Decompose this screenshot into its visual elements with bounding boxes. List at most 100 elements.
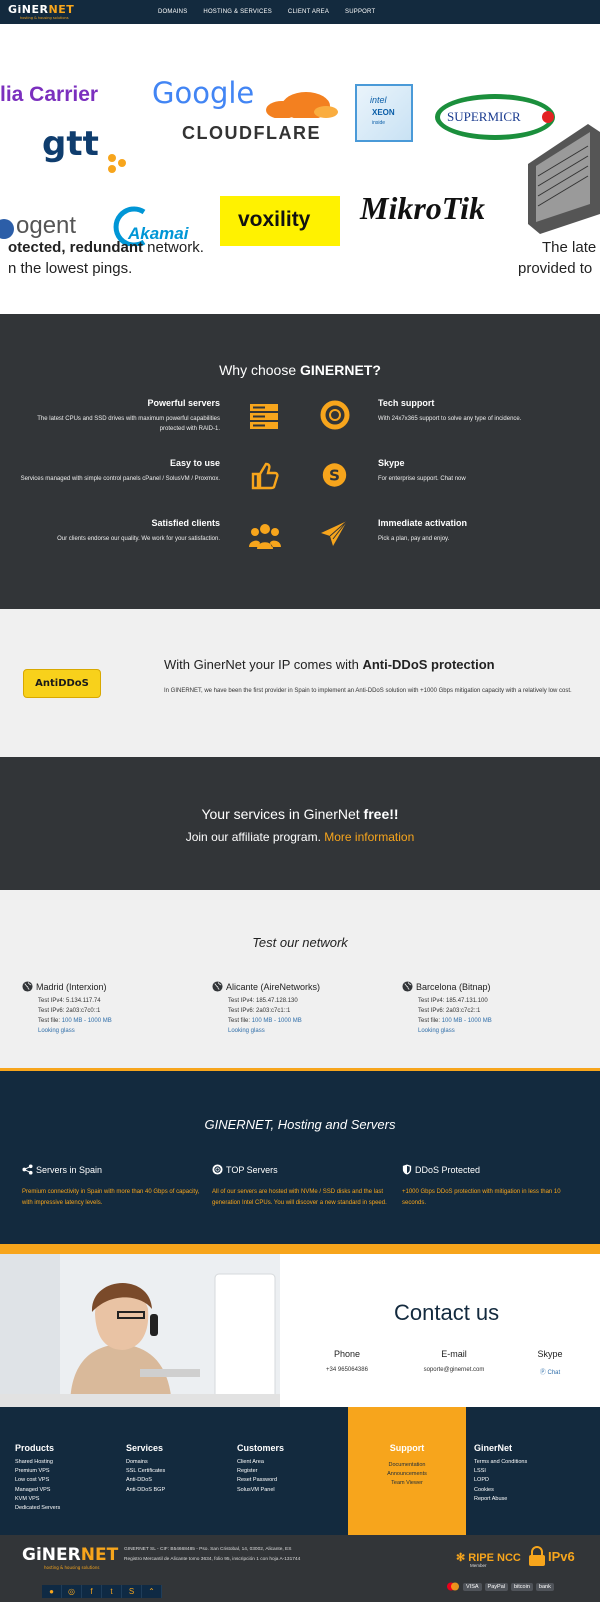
ddos-protected-desc-2: seconds. (402, 1200, 427, 1206)
alicante-ipv4: Test IPv4: 185.47.128.130 (228, 998, 298, 1004)
location-barcelona: Barcelona (Bitnap) Test IPv4: 185.47.131… (402, 981, 582, 1036)
hosting-servers-title: GINERNET, Hosting and Servers (204, 1117, 396, 1132)
social-bar: ● ◎ f t S ⌃ (42, 1585, 162, 1598)
footer-support-item[interactable]: Documentation (348, 1462, 466, 1468)
footer-products-item[interactable]: Managed VPS (15, 1486, 60, 1495)
orange-divider (0, 1244, 600, 1254)
gtt-text: gtt (42, 124, 99, 164)
scroll-top-icon[interactable]: ⌃ (142, 1585, 162, 1598)
footer-services: Services Domains SSL Certificates Anti-D… (126, 1443, 165, 1495)
ddos-protected-heading: DDoS Protected (402, 1164, 580, 1175)
footer-products: Products Shared Hosting Premium VPS Low … (15, 1443, 60, 1513)
feature-skype-title: Skype (378, 458, 405, 468)
feature-skype-desc: For enterprise support. Chat now (378, 476, 466, 482)
footer-products-item[interactable]: Premium VPS (15, 1467, 60, 1476)
facebook-icon[interactable]: f (82, 1585, 102, 1598)
skype-icon[interactable]: S (122, 1585, 142, 1598)
hosting-servers-section: GINERNET, Hosting and Servers Servers in… (0, 1068, 600, 1244)
affiliate-subline: Join our affiliate program. More informa… (0, 830, 600, 844)
barcelona-test-file-link[interactable]: 100 MB - 1000 MB (442, 1018, 492, 1024)
footer-ginernet-item[interactable]: LSSI (474, 1467, 527, 1476)
affiliate-more-link[interactable]: More information (324, 830, 414, 844)
nav-support[interactable]: SUPPORT (345, 9, 375, 15)
why-title-a: Why choose (219, 362, 301, 378)
user-icon[interactable]: ● (42, 1585, 62, 1598)
footer-ginernet: GinerNet Terms and Conditions LSSI LOPD … (474, 1443, 527, 1504)
footer-products-item[interactable]: Low cost VPS (15, 1476, 60, 1485)
top-navbar: GiNERNET hosting & housing solutions DOM… (0, 0, 600, 24)
nav-client-area[interactable]: CLIENT AREA (288, 9, 329, 15)
servers-in-spain-heading: Servers in Spain (22, 1164, 200, 1175)
footer-services-title: Services (126, 1443, 164, 1453)
contact-skype-label: Skype (537, 1349, 563, 1359)
ripe-ncc-badge: ✻ RIPE NCC Member (456, 1551, 521, 1568)
visa-icon: VISA (463, 1582, 482, 1591)
contact-email: E-mail soporte@ginernet.com (416, 1349, 492, 1373)
cogent-logo: ogent (16, 212, 77, 239)
footer-support-item[interactable]: Announcements (348, 1471, 466, 1477)
nav-hosting-services[interactable]: HOSTING & SERVICES (203, 9, 272, 15)
footer-services-item[interactable]: Anti-DDoS (126, 1476, 165, 1485)
footer-ginernet-item[interactable]: LOPD (474, 1476, 527, 1485)
footer-ginernet-item[interactable]: Terms and Conditions (474, 1458, 527, 1467)
contact-phone-label: Phone (333, 1349, 361, 1359)
location-madrid: Madrid (Interxion) Test IPv4: 5.134.117.… (22, 981, 202, 1036)
bottom-logo: GiNERNET hosting & housing solutions (22, 1545, 118, 1570)
contact-email-value[interactable]: soporte@ginernet.com (416, 1367, 492, 1373)
lifebuoy-icon[interactable]: ◎ (62, 1585, 82, 1598)
xeon-text: XEON (372, 108, 395, 117)
servers-in-spain-desc: Premium connectivity in Spain with more … (22, 1187, 200, 1209)
madrid-looking-glass-link[interactable]: Looking glass (38, 1028, 75, 1034)
servers-icon (250, 404, 278, 429)
nav-domains[interactable]: DOMAINS (158, 9, 187, 15)
alicante-looking-glass-link[interactable]: Looking glass (228, 1028, 265, 1034)
footer-customers-item[interactable]: Register (237, 1467, 284, 1476)
footer-customers: Customers Client Area Register Reset Pas… (237, 1443, 284, 1495)
slide-caption-right-1: The late (542, 239, 597, 256)
antiddos-badge: AntiDDoS (23, 669, 101, 698)
ddos-protected-desc: +1000 Gbps DDoS protection with mitigati… (402, 1187, 580, 1209)
madrid-ipv4: Test IPv4: 5.134.117.74 (38, 998, 101, 1004)
barcelona-looking-glass-link[interactable]: Looking glass (418, 1028, 455, 1034)
location-alicante-details: Test IPv4: 185.47.128.130 Test IPv6: 2a0… (228, 996, 392, 1036)
feature-easy-title: Easy to use (169, 458, 220, 468)
contact-phone-value[interactable]: +34 965064386 (322, 1367, 372, 1373)
servers-in-spain-desc-1: Premium connectivity in Spain with more … (22, 1189, 200, 1195)
footer-customers-item[interactable]: Reset Password (237, 1476, 284, 1485)
twitter-icon[interactable]: t (102, 1585, 122, 1598)
location-alicante: Alicante (AireNetworks) Test IPv4: 185.4… (212, 981, 392, 1036)
footer-services-item[interactable]: Anti-DDoS BGP (126, 1486, 165, 1495)
server-rack-image (528, 124, 600, 234)
ipv6-text: IPv6 (548, 1548, 575, 1564)
footer-customers-item[interactable]: SolusVM Panel (237, 1486, 284, 1495)
footer-customers-item[interactable]: Client Area (237, 1458, 284, 1467)
bottom-logo-iner: iNER (35, 1545, 81, 1565)
footer-products-item[interactable]: KVM VPS (15, 1495, 60, 1504)
paypal-icon: PayPal (484, 1582, 508, 1591)
contact-email-label: E-mail (441, 1349, 467, 1359)
madrid-test-file: Test file: 100 MB - 1000 MB (38, 1016, 202, 1026)
footer-products-item[interactable]: Dedicated Servers (15, 1504, 60, 1513)
why-choose-section: Why choose GINERNET? Powerful servers Th… (0, 314, 600, 609)
footer-services-item[interactable]: Domains (126, 1458, 165, 1467)
footer-ginernet-item[interactable]: Cookies (474, 1486, 527, 1495)
contact-section: Contact us Phone +34 965064386 E-mail so… (0, 1254, 600, 1407)
globe-icon (212, 981, 223, 992)
feature-tech-support-title: Tech support (378, 398, 435, 408)
cloudflare-cloud-icon (266, 92, 338, 118)
footer-services-item[interactable]: SSL Certificates (126, 1467, 165, 1476)
contact-skype-chat[interactable]: Ⓟ Chat (530, 1367, 570, 1376)
lock-icon (529, 1546, 545, 1566)
location-madrid-name: Madrid (Interxion) (22, 981, 202, 992)
footer-ginernet-item[interactable]: Report Abuse (474, 1495, 527, 1504)
alicante-test-file-link[interactable]: 100 MB - 1000 MB (252, 1018, 302, 1024)
shield-icon (402, 1164, 412, 1175)
feature-powerful-servers-desc-1: The latest CPUs and SSD drives with maxi… (37, 416, 220, 422)
bank-transfer-icon: bank (535, 1582, 554, 1591)
madrid-test-file-link[interactable]: 100 MB - 1000 MB (62, 1018, 112, 1024)
footer-products-item[interactable]: Shared Hosting (15, 1458, 60, 1467)
ginernet-logo[interactable]: GiNERNET hosting & housing solutions (8, 3, 74, 20)
legal-line-2: Registro Mercantil de Alicante tomo 3634… (124, 1557, 301, 1562)
carrier-logo: lia Carrier (0, 83, 99, 106)
footer-support-item[interactable]: Team Viewer (348, 1480, 466, 1486)
